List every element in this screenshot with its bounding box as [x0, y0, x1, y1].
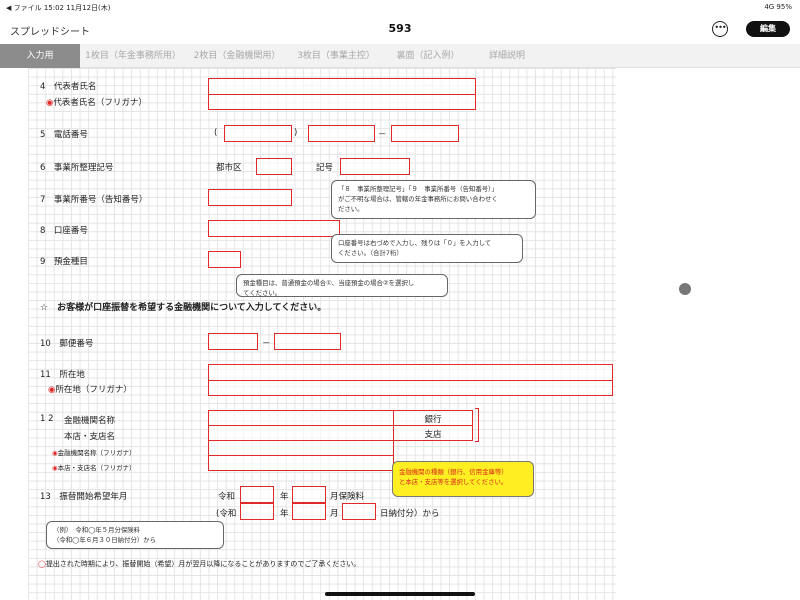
address-kana-field[interactable] [208, 380, 613, 396]
bank-name-field[interactable] [208, 410, 394, 426]
postal-first-field[interactable] [208, 333, 258, 350]
tab-back[interactable]: 裏面（記入例） [384, 44, 472, 68]
label-bank-name: 金融機関名称 [64, 416, 116, 426]
label-month: 月 [330, 509, 339, 519]
label-address-kana: ◉所在地（フリガナ） [48, 385, 132, 395]
sheet-tab-bar: 入力用 1枚目（年金事務所用） 2枚目（金融機関用） 3枚目（事業主控） 裏面（… [0, 44, 800, 68]
phone-paren-close: ) [294, 128, 298, 138]
label-account-no: 8 口座番号 [40, 226, 88, 236]
bank-section-heading: ☆ お客様が口座振替を希望する金融機関について入力してください。 [40, 303, 327, 313]
document-title: 593 [388, 22, 412, 35]
account-no-field[interactable] [208, 220, 340, 237]
postal-last-field[interactable] [274, 333, 341, 350]
label-bank-kana: ◉金融機関名称（フリガナ） [52, 449, 136, 457]
tab-sheet2[interactable]: 2枚目（金融機関用） [186, 44, 288, 68]
footnote: ◯提出された時期により、振替開始（希望）月が翌月以降になることがありますのでご了… [38, 560, 361, 568]
status-bar: ◀ ファイル 15:02 11月12日(木) 4G 95% [0, 0, 800, 14]
label-code: 記号 [316, 163, 334, 173]
callout-account-hint: 口座番号は右づめで入力し、残りは「０」を入力して ください。（合計7桁） [331, 234, 523, 263]
bank-type-select[interactable]: 銀行 [393, 410, 473, 426]
city-code-field[interactable] [256, 158, 292, 175]
postal-dash: － [262, 339, 271, 349]
right-blank-area [616, 68, 800, 600]
callout-example: （例） 令和◯年５月分保険料 （令和◯年６月３０日納付分）から [46, 521, 224, 549]
phone-dash: － [378, 130, 387, 140]
tab-input[interactable]: 入力用 [0, 44, 80, 68]
deposit-type-field[interactable] [208, 251, 241, 268]
pay-day-field[interactable] [342, 503, 376, 520]
pay-month-field[interactable] [292, 503, 326, 520]
branch-type-value: 支店 [424, 430, 442, 440]
status-right: 4G 95% [764, 3, 792, 11]
left-margin [0, 68, 28, 600]
label-year1: 年 [280, 492, 289, 502]
more-options-button[interactable]: ••• [712, 21, 728, 37]
phone-mid-field[interactable] [308, 125, 375, 142]
label-branch-kana: ◉本店・支店名（フリガナ） [52, 464, 136, 472]
office-code-field[interactable] [340, 158, 410, 175]
phone-last-field[interactable] [391, 125, 459, 142]
label-month-fee: 月保険料 [330, 492, 365, 502]
spreadsheet-grid[interactable]: 4 代表者氏名 ◉代表者氏名（フリガナ） 5 電話番号 ( ) － 6 事業所整… [28, 68, 616, 600]
edit-button[interactable]: 編集 [746, 21, 790, 37]
tab-details[interactable]: 詳細説明 [472, 44, 542, 68]
label-postal: 10 郵便番号 [40, 339, 94, 349]
title-bar: スプレッドシート 593 ••• 編集 [0, 14, 800, 44]
start-year-field[interactable] [240, 486, 274, 503]
bank-type-value: 銀行 [424, 415, 442, 425]
label-bank-no: 1 2 [40, 414, 54, 424]
label-rep-kana: ◉代表者氏名（フリガナ） [46, 98, 147, 108]
address-field[interactable] [208, 364, 613, 381]
home-indicator[interactable] [325, 592, 475, 596]
label-office-no: 7 事業所番号（告知番号） [40, 195, 148, 205]
label-office-code: 6 事業所整理記号 [40, 163, 114, 173]
phone-area-field[interactable] [224, 125, 292, 142]
callout-office-hint: 「８ 事業所整理記号」「９ 事業所番号（告知番号）」 がご不明な場合は、管轄の年… [331, 180, 536, 219]
label-rep-name: 4 代表者氏名 [40, 82, 97, 92]
tab-sheet3[interactable]: 3枚目（事業主控） [288, 44, 384, 68]
label-year2: 年 [280, 509, 289, 519]
label-phone: 5 電話番号 [40, 130, 88, 140]
pay-year-field[interactable] [240, 503, 274, 520]
office-no-field[interactable] [208, 189, 292, 206]
phone-paren-open: ( [214, 128, 218, 138]
start-month-field[interactable] [292, 486, 326, 503]
status-left: ◀ ファイル 15:02 11月12日(木) [6, 4, 111, 12]
label-era1: 令和 [218, 492, 236, 502]
branch-type-select[interactable]: 支店 [393, 425, 473, 441]
scroll-handle[interactable] [679, 283, 691, 295]
label-branch-name: 本店・支店名 [64, 432, 116, 442]
rep-name-field[interactable] [208, 78, 476, 95]
tab-sheet1[interactable]: 1枚目（年金事務所用） [80, 44, 186, 68]
label-deposit-type: 9 預金種目 [40, 257, 88, 267]
branch-name-field[interactable] [208, 425, 394, 441]
label-day-paid: 日納付分）から [380, 509, 440, 519]
label-start-month: 13 振替開始希望年月 [40, 492, 128, 502]
label-address: 11 所在地 [40, 370, 85, 380]
rep-kana-field[interactable] [208, 94, 476, 110]
label-city: 都市区 [216, 163, 242, 173]
bank-kana-field[interactable] [208, 440, 394, 456]
callout-deposit-hint: 預金種目は、普通預金の場合①、当座預金の場合②を選択し てください。 [236, 274, 448, 297]
label-era2: (令和 [216, 509, 237, 519]
bank-bracket [475, 408, 479, 442]
branch-kana-field[interactable] [208, 455, 394, 471]
callout-bank-hint: 金融機関の種類（銀行、信用金庫等） と本店・支店等を選択してください。 [392, 461, 534, 497]
